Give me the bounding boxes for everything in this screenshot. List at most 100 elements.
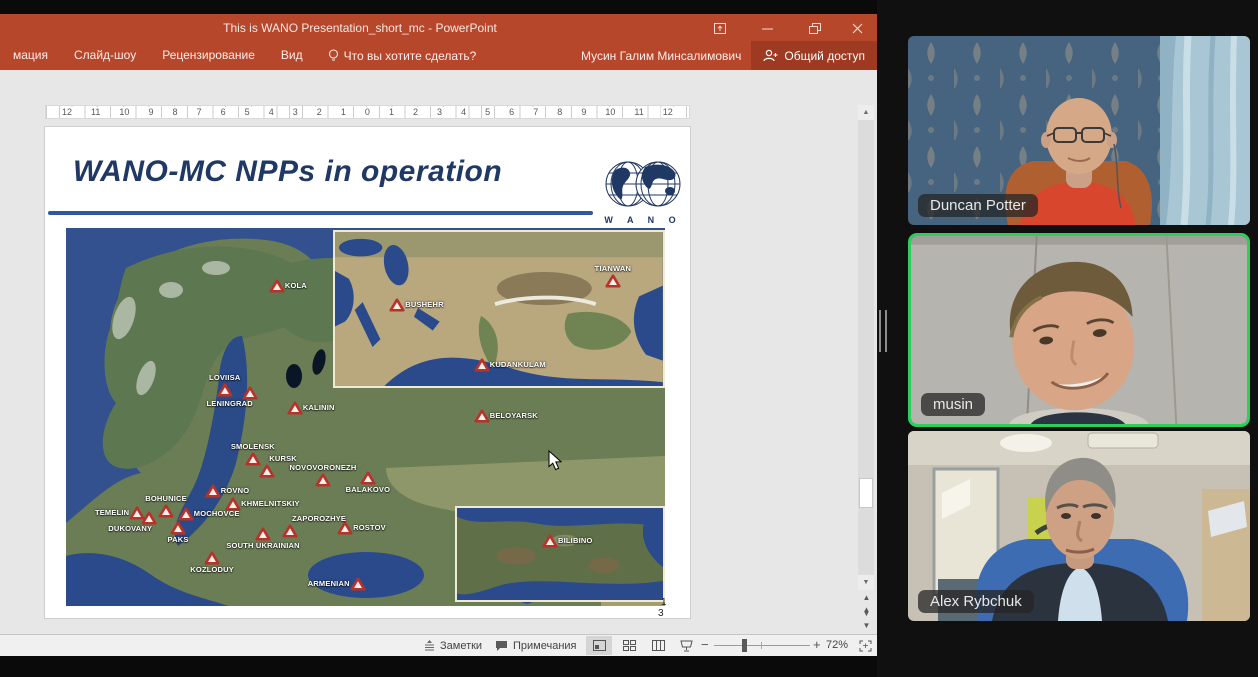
npp-label: KHMELNITSKIY [241, 499, 300, 508]
ribbon-display-options-icon[interactable] [705, 18, 735, 38]
video-tile-2[interactable]: musin [908, 233, 1250, 427]
npp-label: TIANWAN [595, 264, 631, 273]
tell-me-box[interactable]: Что вы хотите сделать? [316, 49, 489, 63]
ruler-number: 12 [60, 107, 74, 118]
tab-animation[interactable]: мация [0, 41, 61, 70]
vertical-scrollbar[interactable]: ▲ ▼ [858, 105, 874, 590]
ruler-number: 2 [315, 107, 324, 118]
zoom-in-button[interactable]: + [813, 637, 821, 652]
ruler-number: 3 [435, 107, 444, 118]
npp-marker-beloyarsk [474, 409, 489, 422]
ruler-number: 3 [291, 107, 300, 118]
zoom-level[interactable]: 72% [826, 639, 848, 651]
notes-label: Заметки [440, 640, 482, 652]
npp-marker-balakovo [360, 471, 375, 484]
npp-label: KOZLODUY [190, 565, 234, 574]
ruler-number: 4 [267, 107, 276, 118]
powerpoint-titlebar: This is WANO Presentation_short_mc - Pow… [0, 14, 877, 41]
restore-button[interactable] [800, 18, 830, 38]
video-tile-3[interactable]: Alex Rybchuk [908, 431, 1250, 621]
npp-label: KURSK [269, 454, 297, 463]
npp-marker-south-ukrainian [256, 528, 271, 541]
comments-label: Примечания [513, 640, 577, 652]
ruler-number: 1 [387, 107, 396, 118]
meeting-video-pane: Duncan Potter musin [877, 0, 1258, 677]
person-plus-icon [763, 49, 778, 62]
npp-label: ROVNO [221, 486, 250, 495]
slide-sorter-view-button[interactable] [616, 636, 642, 655]
participant-name-tag: Duncan Potter [918, 194, 1038, 217]
npp-marker-tianwan [605, 274, 620, 287]
slide-footnote-number: 1 [661, 597, 667, 608]
close-button[interactable] [842, 18, 872, 38]
npp-label: SOUTH UKRAINIAN [226, 541, 299, 550]
npp-marker-kalinin [287, 401, 302, 414]
ruler-number: 11 [89, 107, 102, 118]
npp-label: ZAPOROZHYE [292, 514, 346, 523]
ribbon-tab-bar: мация Слайд-шоу Рецензирование Вид Что в… [0, 41, 877, 70]
ruler-number: 6 [219, 107, 228, 118]
npp-label: BALAKOVO [346, 485, 391, 494]
ruler-number: 8 [555, 107, 564, 118]
video-tile-1[interactable]: Duncan Potter [908, 36, 1250, 225]
scrollbar-thumb[interactable] [859, 478, 873, 508]
npp-marker-mochovce [178, 508, 193, 521]
ruler-number: 0 [363, 107, 372, 118]
zoom-out-button[interactable]: − [701, 637, 709, 652]
npp-label: BELOYARSK [490, 411, 538, 420]
npp-label: DUKOVANY [108, 524, 152, 533]
npp-label: PAKS [167, 535, 188, 544]
scroll-up-icon[interactable]: ▲ [858, 105, 874, 120]
slide-workspace: 1211109876543210123456789101112 WANO-MC … [0, 70, 877, 634]
npp-marker-kudankulam [474, 358, 489, 371]
npp-label: KOLA [285, 281, 307, 290]
tell-me-label: Что вы хотите сделать? [344, 49, 477, 63]
ruler-number: 5 [483, 107, 492, 118]
fit-slide-to-window-button[interactable] [852, 636, 878, 655]
npp-map: KOLABUSHEHRTIANWANKUDANKULAMLOVIISALENIN… [66, 228, 665, 606]
npp-marker-loviisa [217, 384, 232, 397]
tab-view[interactable]: Вид [268, 41, 316, 70]
slide-canvas[interactable]: WANO-MC NPPs in operation [45, 127, 690, 618]
wano-logo: W A N O [597, 159, 689, 223]
zoom-slider-thumb[interactable] [742, 639, 747, 652]
normal-view-button[interactable] [586, 636, 612, 655]
minimize-button[interactable] [752, 18, 782, 38]
tab-review[interactable]: Рецензирование [149, 41, 268, 70]
wano-letters: W A N O [597, 215, 689, 225]
npp-label: LOVIISA [209, 373, 240, 382]
npp-marker-smolensk [245, 452, 260, 465]
share-button-label: Общий доступ [784, 49, 865, 63]
npp-label: SMOLENSK [231, 442, 275, 451]
npp-label: MOCHOVCE [194, 509, 240, 518]
npp-marker-kozloduy [205, 551, 220, 564]
ruler-number: 10 [603, 107, 617, 118]
ruler-number: 1 [339, 107, 348, 118]
npp-label: BILIBINO [558, 536, 593, 545]
npp-marker-dukovany [142, 511, 157, 524]
mouse-cursor [548, 450, 563, 476]
comments-button[interactable]: Примечания [495, 635, 577, 656]
notes-button[interactable]: Заметки [424, 635, 482, 656]
npp-label: KUDANKULAM [490, 360, 546, 369]
zoom-slider-track[interactable] [714, 645, 810, 646]
shared-screen-pane: This is WANO Presentation_short_mc - Pow… [0, 0, 877, 677]
ruler-number: 9 [146, 107, 155, 118]
comments-icon [495, 640, 508, 652]
ruler-number: 12 [661, 107, 675, 118]
slideshow-view-button[interactable] [673, 636, 699, 655]
tab-slideshow[interactable]: Слайд-шоу [61, 41, 149, 70]
share-button[interactable]: Общий доступ [751, 41, 877, 70]
next-slide-button[interactable]: ▼▼ [858, 608, 874, 622]
panel-resize-handle[interactable] [879, 310, 887, 352]
map-inset-bilibino [455, 506, 665, 602]
account-user-name[interactable]: Мусин Галим Минсалимович [581, 49, 741, 63]
npp-marker-zaporozhye [283, 525, 298, 538]
npp-marker-bohunice [159, 505, 174, 518]
npp-label: ARMENIAN [308, 579, 350, 588]
npp-marker-kursk [260, 465, 275, 478]
scroll-down-icon[interactable]: ▼ [858, 575, 874, 590]
reading-view-button[interactable] [645, 636, 671, 655]
previous-slide-button[interactable]: ▲▲ [858, 592, 874, 606]
ruler: 1211109876543210123456789101112 [45, 105, 690, 119]
